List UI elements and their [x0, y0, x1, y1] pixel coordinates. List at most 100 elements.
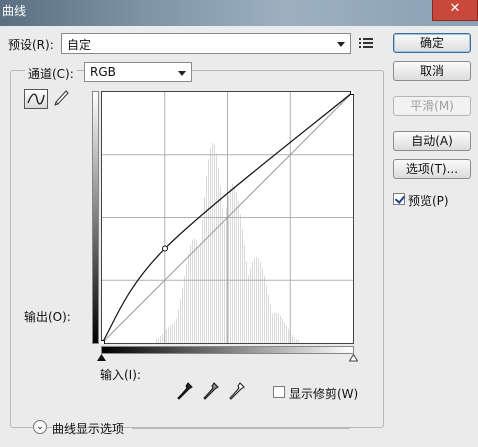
histogram-bar: [156, 339, 157, 343]
histogram-bar: [210, 148, 211, 343]
histogram-bar: [256, 256, 257, 343]
histogram-bar: [202, 219, 203, 343]
show-clipping-checkbox[interactable]: [273, 386, 285, 398]
close-icon: ✕: [449, 1, 461, 16]
histogram-bar: [272, 313, 273, 343]
histogram-bar: [190, 245, 191, 343]
histogram-bar: [162, 333, 163, 343]
options-button[interactable]: 选项(T)...: [393, 159, 471, 179]
curve-graph[interactable]: [101, 91, 354, 344]
histogram-bar: [176, 318, 177, 343]
histogram-bar: [254, 258, 255, 343]
histogram-bar: [294, 337, 295, 343]
preset-value: 自定: [67, 38, 92, 52]
histogram-bar: [258, 258, 259, 343]
histogram-bar: [274, 312, 275, 343]
histogram-bar: [266, 285, 267, 343]
white-point-slider[interactable]: [349, 354, 358, 362]
preset-label: 预设(R):: [8, 38, 54, 52]
histogram-bar: [192, 239, 193, 343]
histogram-bar: [224, 223, 225, 343]
histogram-bar: [286, 325, 287, 343]
histogram-bar: [250, 267, 251, 343]
histogram-bar: [216, 153, 217, 343]
histogram-bar: [270, 304, 271, 343]
histogram-bar: [172, 323, 173, 343]
input-label: 输入(I):: [100, 368, 141, 382]
ok-button[interactable]: 确定: [393, 33, 471, 53]
histogram-bar: [284, 322, 285, 343]
curve-point[interactable]: [350, 91, 355, 95]
histogram-bar: [230, 187, 231, 343]
histogram-bar: [168, 326, 169, 343]
output-gradient-bar: [92, 91, 99, 344]
histogram-bar: [234, 185, 235, 343]
histogram-bar: [222, 208, 223, 343]
histogram-bar: [244, 245, 245, 343]
histogram-bar: [200, 243, 201, 343]
output-label: 输出(O):: [24, 310, 71, 324]
histogram-bar: [212, 142, 213, 343]
double-chevron-down-icon: ⌄: [36, 422, 44, 432]
smooth-button[interactable]: 平滑(M): [393, 96, 471, 116]
window-title: 曲线: [2, 4, 27, 18]
histogram-bar: [238, 201, 239, 343]
curve-point[interactable]: [101, 340, 105, 345]
histogram-bar: [226, 207, 227, 343]
chevron-down-icon: [337, 42, 345, 47]
curve-tool-icon: [27, 93, 45, 105]
histogram-bar: [174, 322, 175, 343]
chevron-down-icon: [178, 71, 186, 76]
histogram-bar: [298, 339, 299, 343]
curve-tool-button[interactable]: [24, 89, 48, 109]
input-gradient-bar: [101, 346, 354, 354]
histogram-bar: [194, 237, 195, 343]
show-clipping-label: 显示修剪(W): [289, 387, 359, 401]
display-options-label: 曲线显示选项: [52, 422, 125, 436]
channel-select[interactable]: RGB: [84, 62, 192, 82]
histogram-bar: [220, 186, 221, 343]
histogram-bar: [242, 229, 243, 343]
histogram-bar: [188, 253, 189, 343]
histogram-bar: [206, 176, 207, 343]
auto-button[interactable]: 自动(A): [393, 131, 471, 151]
histogram-bar: [278, 313, 279, 343]
histogram-bar: [182, 287, 183, 343]
pencil-icon[interactable]: [52, 89, 70, 109]
cancel-button[interactable]: 取消: [393, 61, 471, 81]
histogram-bar: [252, 261, 253, 343]
histogram-bar: [180, 299, 181, 343]
histogram-bar: [184, 275, 185, 343]
histogram-bar: [276, 312, 277, 343]
preview-label: 预览(P): [408, 194, 449, 208]
histogram-bar: [246, 261, 247, 343]
gray-point-eyedropper-icon[interactable]: [202, 381, 220, 403]
histogram-bar: [232, 184, 233, 343]
close-button[interactable]: ✕: [432, 0, 478, 21]
histogram-bar: [170, 324, 171, 343]
histogram-bar: [264, 276, 265, 343]
histogram-bar: [236, 191, 237, 343]
histogram-bar: [166, 329, 167, 343]
histogram-bar: [196, 240, 197, 343]
histogram-bar: [248, 275, 249, 343]
title-bar: 曲线 ✕: [0, 0, 478, 26]
histogram-bar: [260, 262, 261, 343]
histogram-bar: [218, 167, 219, 343]
white-point-eyedropper-icon[interactable]: [228, 381, 246, 403]
histogram-bar: [262, 268, 263, 343]
histogram-bar: [204, 197, 205, 343]
display-options-divider: [132, 428, 350, 429]
list-menu-icon[interactable]: [359, 37, 373, 49]
black-point-slider[interactable]: [97, 354, 106, 362]
curve-point[interactable]: [161, 245, 168, 252]
histogram-bar: [214, 144, 215, 343]
histogram-bar: [198, 245, 199, 343]
histogram-bar: [296, 339, 297, 343]
preset-select[interactable]: 自定: [61, 33, 351, 54]
histogram-bar: [186, 263, 187, 343]
preview-checkbox[interactable]: [393, 193, 405, 205]
channel-label: 通道(C):: [25, 65, 77, 82]
expand-options-button[interactable]: ⌄: [33, 420, 47, 434]
black-point-eyedropper-icon[interactable]: [176, 381, 194, 403]
